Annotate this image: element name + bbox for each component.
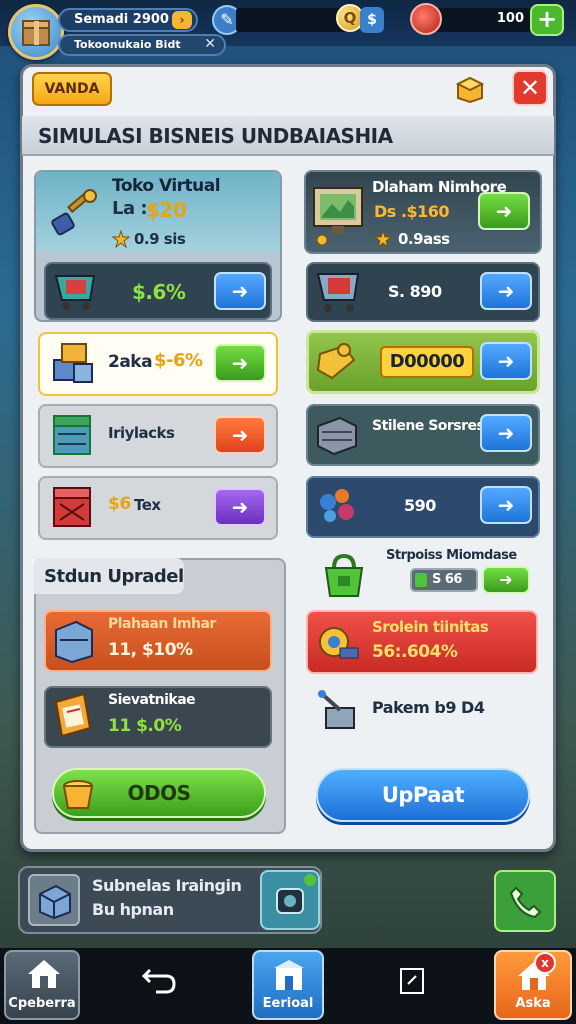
chevron-right-icon[interactable]: › — [172, 11, 192, 29]
nav-aska[interactable]: Aska — [494, 950, 572, 1020]
shop-cart-value: S. 890 — [388, 282, 442, 301]
tape-icon — [314, 618, 362, 670]
notification-badge: x — [534, 952, 556, 974]
player-store-name: Tokoonukaio Bidt — [74, 38, 181, 51]
lock-bag-icon — [320, 550, 368, 606]
cart-icon — [52, 270, 100, 318]
sievatnikae-value: 11 $.0% — [108, 716, 182, 736]
shopping-cart-icon — [314, 268, 364, 320]
odos-label: ODOS — [127, 781, 191, 805]
notification-dot — [304, 874, 316, 886]
590-go-button[interactable]: ➜ — [480, 486, 532, 524]
shop-icon — [272, 958, 306, 996]
phone-button[interactable] — [494, 870, 556, 932]
currency-bar — [236, 8, 348, 32]
flower-icon — [314, 482, 360, 532]
update-label: UpPaat — [381, 783, 465, 807]
2aka-label: 2aka — [108, 352, 153, 372]
panel-tag-button[interactable]: VANDA — [32, 72, 112, 106]
footer-crate-tile — [28, 874, 80, 926]
nav-home[interactable]: Cpeberra — [4, 950, 80, 1020]
player-name-pill[interactable]: Semadi 2900 › — [58, 8, 198, 32]
gem-icon — [410, 3, 442, 35]
cart-go-button[interactable]: ➜ — [214, 272, 266, 310]
box-avatar-icon — [22, 20, 50, 46]
camera-button[interactable] — [260, 870, 320, 930]
cabinet-icon — [52, 618, 96, 668]
tex-suffix: Tex — [134, 496, 161, 514]
red-crate-icon — [50, 482, 96, 536]
odos-button[interactable]: ODOS — [52, 768, 266, 818]
gift-icon[interactable] — [454, 72, 486, 104]
swords-icon: ✕ — [204, 36, 216, 52]
tex-value: $6 — [108, 494, 131, 514]
panel-tag-label: VANDA — [44, 81, 100, 97]
tex-go-button[interactable]: ➜ — [214, 488, 266, 526]
close-button[interactable]: ✕ — [512, 70, 548, 106]
dlaham-sub: 0.9ass — [398, 230, 450, 248]
strpoiss-value: S 66 — [432, 572, 462, 587]
nav-home-label: Cpeberra — [8, 996, 76, 1011]
toko-virtual-price: $20 — [146, 198, 187, 222]
iriylacks-label: Iriylacks — [108, 424, 175, 442]
srolein-value: 56:.604% — [372, 642, 458, 662]
plahaan-value: 11, $10% — [108, 640, 193, 660]
nav-center[interactable]: Eerioal — [252, 950, 324, 1020]
iriylacks-go-button[interactable]: ➜ — [214, 416, 266, 454]
strpoiss-go-button[interactable]: ➜ — [482, 566, 530, 594]
box-icon — [36, 882, 74, 924]
shop-cart-go-button[interactable]: ➜ — [480, 272, 532, 310]
toko-virtual-price-prefix: La : — [112, 198, 148, 219]
d00000-go-button[interactable]: ➜ — [480, 342, 532, 380]
plahaan-title: Plahaan Imhar — [108, 616, 216, 632]
cart-value: $.6% — [132, 280, 186, 304]
update-button[interactable]: UpPaat — [316, 768, 530, 822]
camera-icon — [274, 884, 308, 922]
coin-add-button[interactable]: $ — [360, 7, 384, 33]
star-icon — [111, 229, 131, 249]
player-avatar[interactable] — [8, 4, 64, 60]
footer-line2: Bu hpnan — [92, 900, 174, 919]
sievatnikae-title: Sievatnikae — [108, 692, 196, 708]
boxes-icon — [48, 338, 100, 392]
phone-icon — [508, 884, 544, 924]
machine-icon — [316, 688, 362, 738]
coin-symbol: Q — [343, 9, 357, 27]
stilene-label: Stilene Sorsres — [372, 418, 485, 434]
2aka-go-button[interactable]: ➜ — [214, 344, 266, 382]
srolein-title: Srolein tiinitas — [372, 618, 489, 636]
home-icon — [26, 958, 62, 994]
puzzle-icon — [314, 340, 360, 388]
footer-line1: Subnelas Iraingin — [92, 876, 242, 895]
dlaham-go-button[interactable]: ➜ — [478, 192, 530, 230]
stilene-go-button[interactable]: ➜ — [480, 414, 532, 452]
add-gems-label: + — [536, 5, 558, 33]
player-store-pill[interactable]: Tokoonukaio Bidt ✕ — [58, 34, 226, 56]
2aka-value: $-6% — [154, 350, 203, 371]
toko-virtual-title: Toko Virtual — [112, 176, 221, 196]
toko-virtual-sub: 0.9 sis — [134, 230, 186, 248]
server-icon — [314, 412, 360, 460]
page-title: SIMULASI BISNEIS UNDBAIASHIA — [38, 124, 393, 148]
nav-aska-label: Aska — [515, 996, 551, 1011]
star-icon — [373, 229, 393, 249]
player-name: Semadi 2900 — [74, 12, 169, 27]
document-icon — [52, 692, 94, 744]
dlaham-price: Ds .$160 — [374, 202, 449, 221]
strpoiss-value-box: S 66 — [410, 568, 478, 592]
pakem-title: Pakem b9 D4 — [372, 698, 485, 717]
gem-count: 100 — [496, 11, 524, 26]
wrench-icon — [48, 186, 100, 246]
back-icon[interactable] — [140, 962, 180, 1000]
strpoiss-label: Strpoiss Miomdase — [386, 548, 517, 563]
d00000-value: D00000 — [380, 346, 474, 378]
green-bar-icon — [415, 573, 427, 587]
monitor-icon — [312, 184, 366, 250]
nav-center-label: Eerioal — [262, 996, 314, 1011]
add-gems-button[interactable]: + — [530, 4, 564, 36]
crate-icon — [50, 410, 96, 464]
590-value: 590 — [404, 496, 436, 515]
page-icon[interactable] — [398, 966, 426, 1000]
upgrade-title: Stdun Upradel — [44, 566, 184, 587]
